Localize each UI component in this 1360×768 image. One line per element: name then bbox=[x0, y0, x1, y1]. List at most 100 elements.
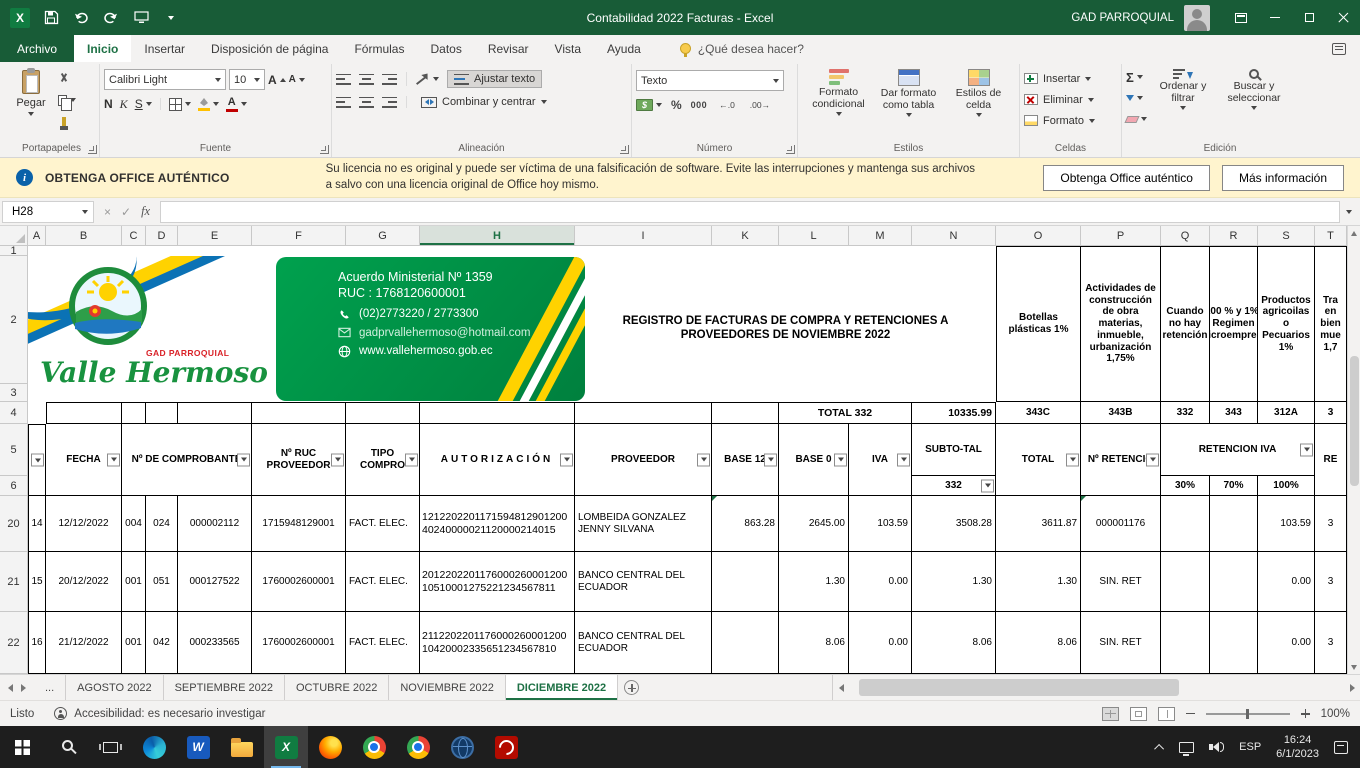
scroll-left-icon[interactable] bbox=[833, 684, 849, 692]
cell-total-label[interactable]: TOTAL 332 bbox=[779, 402, 912, 424]
row-header-4[interactable]: 4 bbox=[0, 402, 28, 424]
col-header-N[interactable]: N bbox=[912, 226, 996, 246]
filter-button[interactable] bbox=[31, 454, 44, 467]
notification-center-icon[interactable] bbox=[1334, 741, 1348, 754]
tall-header-microempresa[interactable]: 100 % y 1%- Regimen microempresa bbox=[1210, 246, 1258, 402]
cell-ruc-22[interactable]: 1760002600001 bbox=[252, 612, 346, 674]
sort-filter-button[interactable]: Ordenar y filtrar bbox=[1151, 66, 1215, 110]
taskbar-chrome-2[interactable] bbox=[396, 726, 440, 768]
sheet-tab-diciembre-active[interactable]: DICIEMBRE 2022 bbox=[506, 675, 618, 700]
orientation-button[interactable] bbox=[416, 71, 439, 87]
cell-base0-22[interactable]: 8.06 bbox=[779, 612, 849, 674]
cell-base0-21[interactable]: 1.30 bbox=[779, 552, 849, 612]
cell-fecha-22[interactable]: 21/12/2022 bbox=[46, 612, 122, 674]
cell-comp1-21[interactable]: 001 bbox=[122, 552, 146, 612]
tab-inicio[interactable]: Inicio bbox=[74, 35, 131, 62]
sheet-tab-agosto[interactable]: AGOSTO 2022 bbox=[66, 675, 163, 700]
taskbar-search-button[interactable] bbox=[44, 726, 88, 768]
cell-autorizacion-20[interactable]: 1212202201171594812901200402400000211200… bbox=[420, 496, 575, 552]
cell-total-20[interactable]: 3611.87 bbox=[996, 496, 1081, 552]
header-base12[interactable]: BASE 12 bbox=[712, 424, 779, 496]
filter-button[interactable] bbox=[697, 453, 710, 466]
vertical-scrollbar[interactable] bbox=[1347, 226, 1360, 674]
col-header-O[interactable]: O bbox=[996, 226, 1081, 246]
cell-comp1-22[interactable]: 001 bbox=[122, 612, 146, 674]
sheet-tab-overflow[interactable]: ... bbox=[34, 675, 66, 700]
scroll-up-icon[interactable] bbox=[1348, 226, 1360, 240]
start-button[interactable] bbox=[0, 726, 44, 768]
col-header-C[interactable]: C bbox=[122, 226, 146, 246]
format-painter-button[interactable] bbox=[58, 113, 76, 129]
comma-style-button[interactable]: 000 bbox=[691, 100, 708, 110]
col-header-P[interactable]: P bbox=[1081, 226, 1161, 246]
cell-comp3-20[interactable]: 000002112 bbox=[178, 496, 252, 552]
zoom-in-button[interactable] bbox=[1301, 709, 1310, 718]
undo-button[interactable] bbox=[72, 9, 90, 27]
filter-button[interactable] bbox=[1300, 443, 1313, 456]
header-iva[interactable]: IVA bbox=[849, 424, 912, 496]
avatar[interactable] bbox=[1184, 5, 1210, 31]
insert-function-button[interactable]: fx bbox=[141, 204, 150, 219]
vertical-scrollbar-thumb[interactable] bbox=[1350, 356, 1359, 486]
cell-C4[interactable] bbox=[122, 402, 146, 424]
zoom-out-button[interactable] bbox=[1186, 713, 1195, 715]
col-header-K[interactable]: K bbox=[712, 226, 779, 246]
col-header-Q[interactable]: Q bbox=[1161, 226, 1210, 246]
dialog-launcher[interactable] bbox=[320, 145, 329, 154]
language-indicator[interactable]: ESP bbox=[1239, 741, 1261, 753]
row-header-5[interactable]: 5 bbox=[0, 424, 28, 476]
header-comprobante[interactable]: Nº DE COMPROBANTE bbox=[122, 424, 252, 496]
sheet-nav-right-icon[interactable] bbox=[21, 684, 26, 692]
cell-A22[interactable]: 16 bbox=[28, 612, 46, 674]
align-middle-button[interactable] bbox=[359, 74, 374, 85]
cell-70-21[interactable] bbox=[1210, 552, 1258, 612]
clear-button[interactable] bbox=[1126, 111, 1147, 127]
tab-formulas[interactable]: Fórmulas bbox=[341, 35, 417, 62]
col-header-G[interactable]: G bbox=[346, 226, 420, 246]
cell-A20[interactable]: 14 bbox=[28, 496, 46, 552]
taskbar-word[interactable]: W bbox=[176, 726, 220, 768]
clock[interactable]: 16:24 6/1/2023 bbox=[1276, 733, 1319, 762]
customize-quick-access-button[interactable] bbox=[162, 9, 180, 27]
cell-fecha-21[interactable]: 20/12/2022 bbox=[46, 552, 122, 612]
horizontal-scrollbar[interactable] bbox=[832, 675, 1360, 700]
cell-30-22[interactable] bbox=[1161, 612, 1210, 674]
confirm-entry-button[interactable]: ✓ bbox=[121, 205, 131, 219]
row-header-6[interactable]: 6 bbox=[0, 476, 28, 496]
cell-total-value[interactable]: 10335.99 bbox=[912, 402, 996, 424]
font-color-button[interactable]: A bbox=[226, 96, 247, 112]
cell-base12-21[interactable] bbox=[712, 552, 779, 612]
cut-button[interactable] bbox=[58, 71, 76, 87]
cell-total-22[interactable]: 8.06 bbox=[996, 612, 1081, 674]
tall-header-construccion[interactable]: Actividades de construcción de obra mate… bbox=[1081, 246, 1161, 402]
row-header-22[interactable]: 22 bbox=[0, 612, 28, 674]
page-break-view-button[interactable] bbox=[1158, 707, 1175, 721]
cell-proveedor-20[interactable]: LOMBEIDA GONZALEZ JENNY SILVANA bbox=[575, 496, 712, 552]
filter-button[interactable] bbox=[560, 453, 573, 466]
header-base0[interactable]: BASE 0 bbox=[779, 424, 849, 496]
tall-header-agricolas[interactable]: Productos agricoilas o Pecuarios 1% bbox=[1258, 246, 1315, 402]
borders-button[interactable] bbox=[169, 96, 191, 112]
tab-archivo[interactable]: Archivo bbox=[0, 35, 74, 62]
get-genuine-office-button[interactable]: Obtenga Office auténtico bbox=[1043, 165, 1210, 191]
header-proveedor[interactable]: PROVEEDOR bbox=[575, 424, 712, 496]
col-header-M[interactable]: M bbox=[849, 226, 912, 246]
taskbar-firefox[interactable] bbox=[308, 726, 352, 768]
align-top-button[interactable] bbox=[336, 74, 351, 85]
dialog-launcher[interactable] bbox=[786, 145, 795, 154]
align-right-button[interactable] bbox=[382, 97, 397, 108]
cell-comp1-20[interactable]: 004 bbox=[122, 496, 146, 552]
align-left-button[interactable] bbox=[336, 97, 351, 108]
percent-style-button[interactable]: % bbox=[671, 98, 682, 112]
tab-insertar[interactable]: Insertar bbox=[131, 35, 198, 62]
row-header-1[interactable]: 1 bbox=[0, 246, 28, 256]
cell-T4[interactable]: 3 bbox=[1315, 402, 1347, 424]
maximize-button[interactable] bbox=[1292, 0, 1326, 35]
format-cells-button[interactable]: Formato bbox=[1024, 110, 1117, 131]
filter-button[interactable] bbox=[981, 479, 994, 492]
cell-70-20[interactable] bbox=[1210, 496, 1258, 552]
zoom-slider[interactable] bbox=[1206, 713, 1290, 715]
normal-view-button[interactable] bbox=[1102, 707, 1119, 721]
italic-button[interactable]: K bbox=[120, 97, 128, 112]
sheet-tab-septiembre[interactable]: SEPTIEMBRE 2022 bbox=[164, 675, 285, 700]
